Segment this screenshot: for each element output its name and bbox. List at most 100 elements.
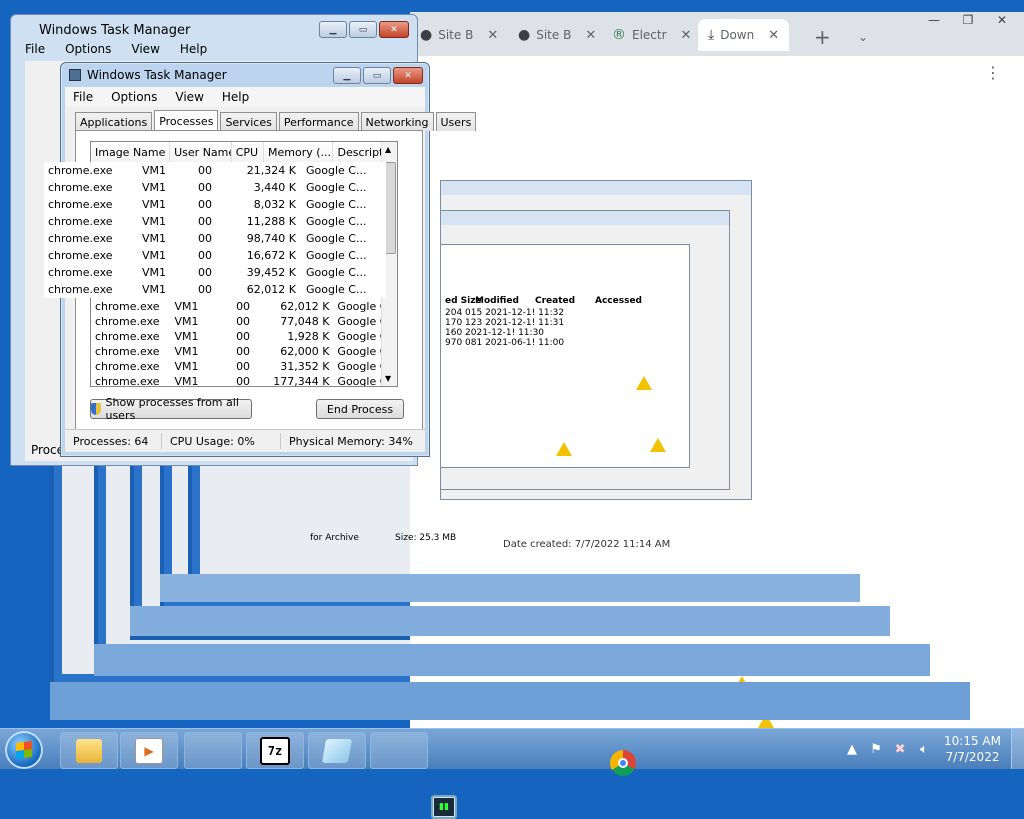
tab-search-icon[interactable]: ⌄ bbox=[858, 30, 868, 44]
close-button[interactable]: ✕ bbox=[393, 67, 423, 84]
ghost-cell: 16,672 K bbox=[246, 249, 296, 262]
ghost-cell: chrome.exe bbox=[48, 215, 113, 228]
close-tab-icon[interactable]: ✕ bbox=[681, 28, 692, 43]
ghost-cell: 00 bbox=[198, 164, 212, 177]
cell-image: chrome.exe bbox=[95, 360, 160, 373]
tab-users[interactable]: Users bbox=[435, 112, 477, 131]
menu-view[interactable]: View bbox=[131, 42, 159, 56]
column-accessed: Accessed bbox=[595, 296, 642, 306]
taskbar-chrome[interactable] bbox=[184, 732, 636, 776]
close-button[interactable]: ✕ bbox=[379, 21, 409, 38]
network-icon[interactable]: ✖ bbox=[892, 741, 908, 757]
scroll-up-icon[interactable]: ▲ bbox=[385, 145, 391, 154]
menu-help[interactable]: Help bbox=[222, 90, 249, 104]
new-tab-button[interactable]: + bbox=[814, 25, 831, 49]
chrome-tab-1[interactable]: ● Site B ✕ bbox=[420, 19, 498, 51]
cell-image: chrome.exe bbox=[95, 330, 160, 343]
window-title: Windows Task Manager bbox=[39, 23, 191, 38]
table-row[interactable]: chrome.exe VM1 00 1,928 K Google C... bbox=[91, 329, 397, 344]
table-row[interactable]: chrome.exe VM1 00 77,048 K Google C... bbox=[91, 314, 397, 329]
system-clock[interactable]: 10:15 AM 7/7/2022 bbox=[944, 733, 1001, 765]
ghost-cell: 00 bbox=[198, 266, 212, 279]
menu-view[interactable]: View bbox=[175, 90, 203, 104]
ghost-cell: VM1 bbox=[142, 249, 167, 262]
warning-icon bbox=[650, 438, 666, 452]
volume-icon[interactable]: 🔈︎ bbox=[916, 741, 932, 757]
maximize-button[interactable]: ▭ bbox=[363, 67, 391, 84]
column-cpu[interactable]: CPU bbox=[232, 142, 265, 162]
column-user-name[interactable]: User Name bbox=[170, 142, 232, 162]
show-desktop-button[interactable] bbox=[1011, 729, 1024, 769]
tab-applications[interactable]: Applications bbox=[75, 112, 153, 131]
cell-user: VM1 bbox=[174, 315, 199, 328]
ghost-cell: 21,324 K bbox=[246, 164, 296, 177]
cell-image: chrome.exe bbox=[95, 300, 160, 313]
tab-services[interactable]: Services bbox=[220, 112, 277, 131]
download-icon: ⤓ bbox=[708, 27, 715, 43]
table-row[interactable]: chrome.exe VM1 00 31,352 K Google C... bbox=[91, 359, 397, 374]
close-tab-icon[interactable]: ✕ bbox=[768, 28, 779, 43]
clock-date: 7/7/2022 bbox=[945, 750, 1000, 764]
chrome-window-controls: — ❐ ✕ bbox=[922, 12, 1014, 28]
menu-options[interactable]: Options bbox=[111, 90, 157, 104]
ghost-cell: 62,012 K bbox=[246, 283, 296, 296]
ghost-row: chrome.exe VM1 00 16,672 K Google C... bbox=[44, 247, 386, 264]
show-hidden-icons[interactable]: ▲ bbox=[844, 741, 860, 757]
ghost-row: chrome.exe VM1 00 11,288 K Google C... bbox=[44, 213, 386, 230]
minimize-button[interactable]: ▁ bbox=[333, 67, 361, 84]
size-label: Size: 25.3 MB bbox=[395, 533, 457, 543]
chrome-tab-2[interactable]: ● Site B ✕ bbox=[518, 19, 596, 51]
ghost-row: chrome.exe VM1 00 39,452 K Google C... bbox=[44, 264, 386, 281]
maximize-button[interactable]: ❐ bbox=[956, 12, 980, 28]
taskbar-task-manager[interactable]: ▮▮ bbox=[370, 732, 457, 819]
ghost-cell: Google C... bbox=[306, 283, 367, 296]
ghost-cell: VM1 bbox=[142, 232, 167, 245]
taskbar-explorer[interactable] bbox=[60, 732, 118, 769]
ghost-cell: chrome.exe bbox=[48, 181, 113, 194]
column-image-name[interactable]: Image Name bbox=[91, 142, 171, 162]
ghost-cell: VM1 bbox=[142, 215, 167, 228]
chrome-tab-3[interactable]: ® Electr ✕ bbox=[612, 19, 691, 51]
scroll-down-icon[interactable]: ▼ bbox=[385, 374, 391, 383]
file-row: 970 081 2021-06-1! 11:00 bbox=[445, 338, 565, 348]
chrome-menu-icon[interactable]: ⋮ bbox=[985, 63, 1001, 82]
task-manager-icon: ▮▮ bbox=[431, 795, 457, 819]
status-memory: Physical Memory: 34% bbox=[289, 434, 413, 448]
column-memory[interactable]: Memory (... bbox=[264, 142, 334, 162]
title-bar[interactable]: Windows Task Manager ▁ ▭ ✕ bbox=[61, 63, 429, 87]
cell-memory: 177,344 K bbox=[273, 375, 330, 387]
show-all-processes-button[interactable]: Show processes from all users bbox=[90, 396, 252, 422]
table-row[interactable]: chrome.exe VM1 00 62,000 K Google C... bbox=[91, 344, 397, 359]
close-tab-icon[interactable]: ✕ bbox=[487, 28, 498, 43]
taskbar-notepad[interactable] bbox=[308, 732, 366, 769]
menu-file[interactable]: File bbox=[25, 42, 45, 56]
close-button[interactable]: ✕ bbox=[990, 12, 1014, 28]
maximize-button[interactable]: ▭ bbox=[349, 21, 377, 38]
date-created-label: Date created: 7/7/2022 11:14 AM bbox=[503, 539, 671, 550]
start-button[interactable] bbox=[5, 731, 43, 769]
menu-help[interactable]: Help bbox=[180, 42, 207, 56]
tab-label: Electr bbox=[632, 28, 667, 42]
table-row[interactable]: chrome.exe VM1 00 62,012 K Google C... bbox=[91, 299, 397, 314]
taskbar-media-player[interactable]: ▶ bbox=[120, 732, 178, 769]
taskbar-7zip[interactable]: 7z bbox=[246, 732, 304, 769]
tab-performance[interactable]: Performance bbox=[278, 112, 359, 131]
cell-cpu: 00 bbox=[236, 315, 251, 328]
ghost-cell: 98,740 K bbox=[246, 232, 296, 245]
end-process-button[interactable]: End Process bbox=[316, 399, 404, 419]
ghost-cell: Google C... bbox=[306, 164, 367, 177]
table-row[interactable]: chrome.exe VM1 00 177,344 K Google C... bbox=[91, 374, 397, 387]
action-center-icon[interactable]: ⚑ bbox=[868, 741, 884, 757]
cell-cpu: 00 bbox=[236, 330, 251, 343]
window-controls: ▁ ▭ ✕ bbox=[333, 67, 423, 84]
minimize-button[interactable]: — bbox=[922, 12, 946, 28]
cell-user: VM1 bbox=[174, 360, 199, 373]
menu-file[interactable]: File bbox=[73, 90, 93, 104]
close-tab-icon[interactable]: ✕ bbox=[585, 28, 596, 43]
tab-networking[interactable]: Networking bbox=[360, 112, 434, 131]
menu-options[interactable]: Options bbox=[65, 42, 111, 56]
tab-processes[interactable]: Processes bbox=[154, 110, 219, 131]
ghost-cell: chrome.exe bbox=[48, 283, 113, 296]
chrome-tab-4[interactable]: ⤓ Down ✕ bbox=[698, 19, 790, 51]
minimize-button[interactable]: ▁ bbox=[319, 21, 347, 38]
